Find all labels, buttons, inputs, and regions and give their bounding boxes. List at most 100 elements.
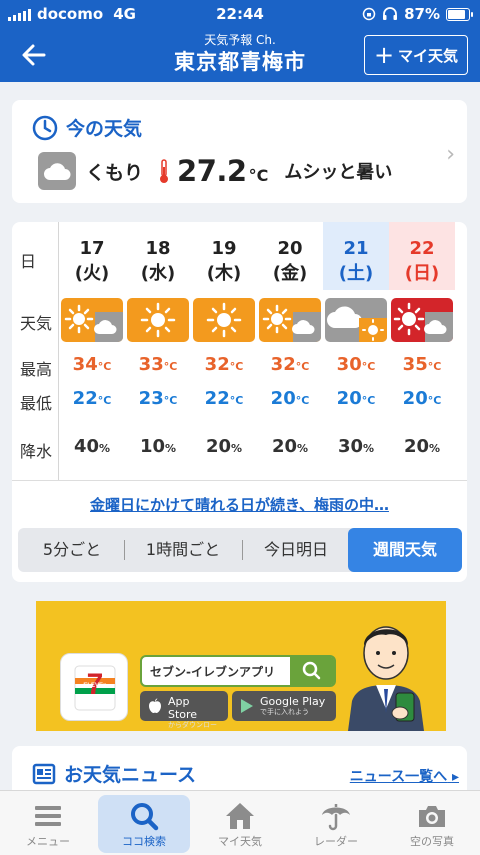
- low-temp: 23°C: [138, 388, 178, 409]
- low-temp: 20°C: [402, 388, 442, 409]
- tab-sky-photos-label: 空の写真: [410, 835, 454, 848]
- app-header: 天気予報 Ch. 東京都青梅市 + マイ天気: [0, 28, 480, 82]
- ad-banner[interactable]: 7 ELEVEn セブン-イレブンアプリ App Store からダウンロード …: [36, 601, 446, 731]
- high-temp: 32°C: [270, 354, 310, 375]
- tab-today-tomorrow[interactable]: 今日明日: [246, 528, 346, 572]
- low-temp: 22°C: [72, 388, 112, 409]
- tab-weekly[interactable]: 週間天気: [348, 528, 462, 572]
- current-feeling: ムシッと暑い: [284, 162, 393, 183]
- day-date: 20: [277, 238, 303, 259]
- add-my-weather-label: マイ天気: [398, 46, 459, 65]
- google-play-badge[interactable]: Google Play で手に入れよう: [232, 691, 336, 721]
- day-column-sunday[interactable]: 22 (日) 35°C 20°C 20%: [389, 222, 455, 480]
- current-weather-card[interactable]: 今の天気 くもり 27.2 °C ムシッと暑い ›: [12, 100, 467, 203]
- high-temp: 33°C: [138, 354, 178, 375]
- man-with-phone-illustration: [348, 626, 424, 731]
- current-weather-heading: 今の天気: [32, 114, 142, 141]
- day-date: 19: [211, 238, 237, 259]
- play-store-icon: [241, 699, 253, 713]
- tab-radar-label: レーダー: [314, 835, 358, 848]
- sun-cloud-icon: [61, 298, 123, 342]
- high-temp: 35°C: [402, 354, 442, 375]
- sun-icon: [127, 298, 189, 342]
- tab-search-label: ココ検索: [122, 835, 166, 848]
- current-temperature-unit: °C: [248, 165, 269, 185]
- camera-icon: [419, 806, 445, 827]
- current-weather-title: 今の天気: [66, 118, 143, 140]
- sun-icon: [193, 298, 255, 342]
- day-date: 18: [145, 238, 171, 259]
- row-label-high: 最高: [20, 360, 53, 379]
- day-column-saturday[interactable]: 21 (土) 30°C 20°C 30%: [323, 222, 389, 480]
- high-temp: 30°C: [336, 354, 376, 375]
- day-column[interactable]: 20 (金) 32°C 20°C 20%: [257, 222, 323, 480]
- day-date: 21: [343, 238, 369, 259]
- news-title: お天気ニュース: [64, 764, 197, 786]
- add-my-weather-button[interactable]: + マイ天気: [364, 35, 468, 75]
- day-column[interactable]: 17 (火) 34°C 22°C 40%: [59, 222, 125, 480]
- bottom-tab-bar: メニュー ココ検索 マイ天気 レーダー 空の写真: [0, 790, 480, 855]
- day-weekday: (水): [140, 263, 176, 284]
- tab-my-weather[interactable]: マイ天気: [194, 795, 286, 853]
- low-temp: 22°C: [204, 388, 244, 409]
- row-label-low: 最低: [20, 394, 53, 413]
- thermometer-icon: [160, 159, 169, 183]
- tab-hourly[interactable]: 1時間ごと: [128, 528, 238, 572]
- app-store-sub: からダウンロード: [168, 721, 217, 729]
- tab-search[interactable]: ココ検索: [98, 795, 190, 853]
- chevron-right-icon: ›: [446, 142, 455, 167]
- day-column[interactable]: 19 (木) 32°C 22°C 20%: [191, 222, 257, 480]
- chevron-right-icon: ▸: [451, 769, 459, 785]
- apple-icon: [149, 698, 161, 713]
- precip-chance: 20%: [271, 436, 309, 457]
- precip-chance: 40%: [73, 436, 111, 457]
- current-temperature: 27.2: [177, 154, 247, 188]
- current-condition: くもり: [86, 161, 144, 184]
- clock-icon: [32, 115, 58, 140]
- cloud-icon: [38, 152, 76, 190]
- menu-icon: [35, 806, 61, 826]
- precip-chance: 10%: [139, 436, 177, 457]
- app-store-badge[interactable]: App Store からダウンロード: [140, 691, 228, 729]
- day-weekday: (木): [206, 263, 242, 284]
- forecast-commentary-link[interactable]: 金曜日にかけて晴れる日が続き、梅雨の中…: [12, 494, 467, 515]
- low-temp: 20°C: [270, 388, 310, 409]
- plus-icon: +: [373, 41, 395, 69]
- day-weekday: (日): [404, 263, 440, 284]
- newspaper-icon: [32, 763, 56, 784]
- google-play-sub: で手に入れよう: [260, 708, 309, 716]
- forecast-range-tabs: 5分ごと 1時間ごと 今日明日 週間天気: [18, 528, 462, 572]
- tab-radar[interactable]: レーダー: [290, 795, 382, 853]
- tab-5min[interactable]: 5分ごと: [24, 528, 120, 572]
- ad-search-text: セブン-イレブンアプリ: [150, 665, 275, 679]
- sun-cloud-icon: [259, 298, 321, 342]
- day-column[interactable]: 18 (水) 33°C 23°C 10%: [125, 222, 191, 480]
- segment-divider: [242, 540, 243, 560]
- day-weekday: (火): [74, 263, 110, 284]
- row-label-precip: 降水: [20, 442, 53, 461]
- day-weekday: (土): [338, 263, 374, 284]
- battery-icon: [446, 7, 473, 21]
- row-label-weather: 天気: [20, 314, 53, 333]
- tab-sky-photos[interactable]: 空の写真: [386, 795, 478, 853]
- hot-sun-cloud-icon: [391, 298, 453, 342]
- row-label-day: 日: [20, 252, 37, 271]
- tab-my-weather-label: マイ天気: [218, 835, 262, 848]
- forecast-grid[interactable]: 日 天気 最高 最低 降水 17 (火) 34°C 22°C 40% 18 (水…: [12, 222, 467, 480]
- status-right: 87%: [362, 5, 473, 23]
- tab-menu[interactable]: メニュー: [2, 795, 94, 853]
- status-bar: docomo 4G 22:44 87%: [0, 0, 480, 28]
- svg-text:ELEVEn: ELEVEn: [83, 683, 107, 689]
- precip-chance: 20%: [205, 436, 243, 457]
- ad-search-box: セブン-イレブンアプリ: [140, 655, 336, 687]
- news-list-link[interactable]: ニュース一覧へ ▸: [350, 766, 459, 786]
- precip-chance: 20%: [403, 436, 441, 457]
- day-date: 17: [79, 238, 105, 259]
- high-temp: 34°C: [72, 354, 112, 375]
- current-weather-row: くもり 27.2 °C ムシッと暑い: [38, 152, 392, 190]
- search-icon: [131, 803, 159, 831]
- home-icon: [226, 803, 254, 829]
- day-weekday: (金): [272, 263, 308, 284]
- weekly-forecast-card: 日 天気 最高 最低 降水 17 (火) 34°C 22°C 40% 18 (水…: [12, 222, 467, 582]
- umbrella-icon: [322, 804, 350, 831]
